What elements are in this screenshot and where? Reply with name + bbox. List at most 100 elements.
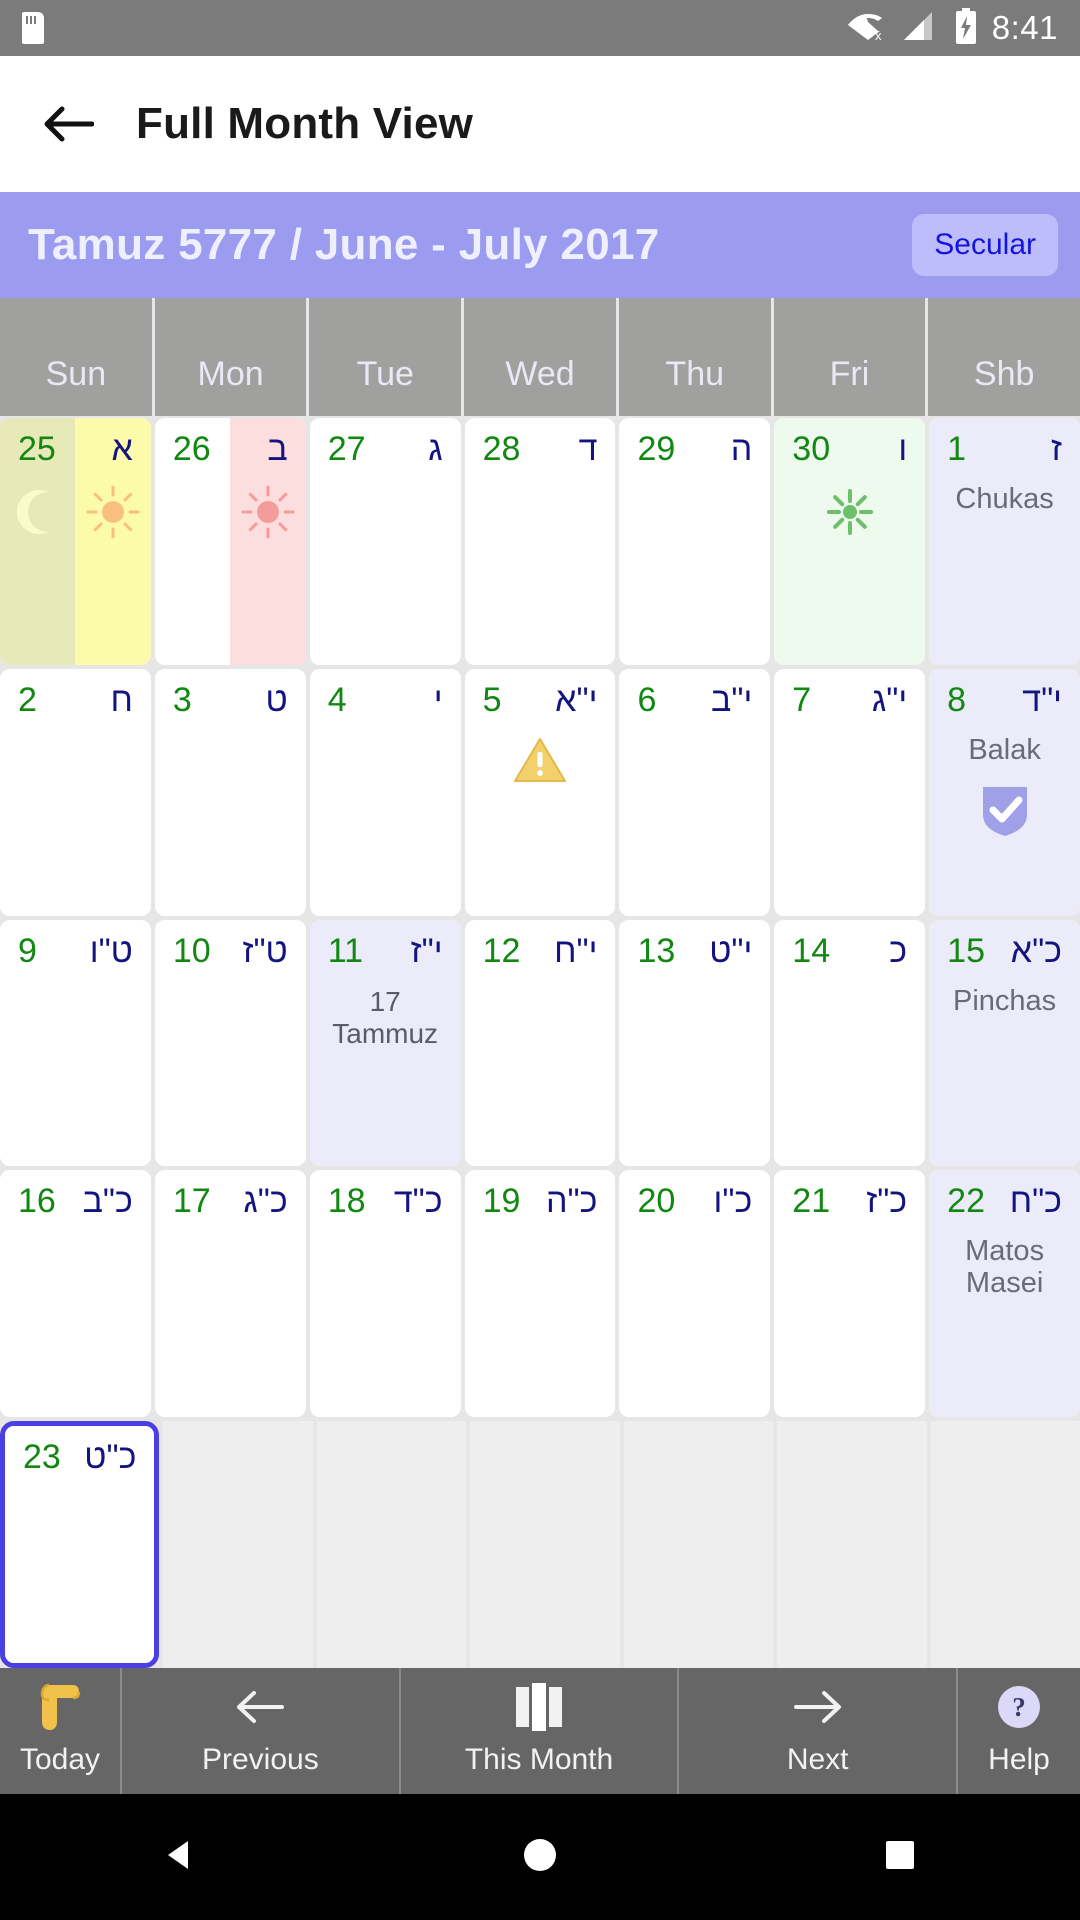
hebrew-date: ט"ז — [242, 931, 288, 970]
triangle-left-icon[interactable] — [158, 1833, 202, 1882]
wifi-off-icon: x — [847, 10, 888, 47]
square-icon[interactable] — [878, 1833, 922, 1882]
question-circle-icon: ? — [995, 1683, 1043, 1736]
toolbar-button-previous[interactable]: Previous — [122, 1668, 401, 1794]
hebrew-date: י"א — [555, 680, 598, 719]
calendar-day-cell[interactable]: 20 כ"ו — [619, 1170, 771, 1418]
cell-date-row: 13 י"ט — [619, 920, 770, 968]
weekday-header-sun: Sun — [0, 298, 152, 416]
toolbar-button-next[interactable]: Next — [679, 1668, 959, 1794]
calendar-day-cell[interactable]: 5 י"א — [464, 668, 616, 916]
sd-card-icon — [22, 12, 44, 44]
calendar-day-cell[interactable]: 8 י"ד Balak — [929, 668, 1080, 916]
calendar-day-cell[interactable]: 1 ז Chukas — [929, 418, 1080, 665]
cell-date-row: 21 כ"ז — [774, 1170, 925, 1218]
gregorian-date: 15 — [947, 931, 985, 970]
gregorian-date: 19 — [482, 1182, 521, 1221]
app-bar: Full Month View — [0, 56, 1080, 192]
hebrew-date: ח — [110, 680, 133, 719]
calendar-day-cell[interactable]: 21 כ"ז — [774, 1170, 926, 1418]
cell-date-row: 20 כ"ו — [619, 1170, 770, 1218]
toolbar-button-today[interactable]: Today — [0, 1668, 122, 1794]
cell-content — [155, 968, 306, 986]
hebrew-date: כ"ו — [713, 1182, 753, 1221]
gregorian-date: 14 — [792, 931, 831, 970]
weekday-header-mon: Mon — [154, 298, 307, 416]
weekday-header-shb: Shb — [928, 298, 1080, 416]
calendar-day-cell[interactable]: 10 ט"ז — [154, 919, 306, 1167]
calendar-day-cell[interactable]: 25 א — [0, 418, 151, 665]
calendar-day-cell[interactable]: 4י — [309, 668, 461, 916]
calendar-day-cell[interactable]: 12 י"ח — [464, 919, 616, 1167]
hebrew-date: י"ד — [1022, 680, 1063, 719]
cell-content: Pinchas — [929, 968, 1080, 1018]
calendar-cell-empty — [470, 1421, 620, 1668]
toolbar-button-this-month[interactable]: This Month — [401, 1668, 680, 1794]
calendar-day-cell[interactable]: 17 כ"ג — [154, 1170, 306, 1418]
calendar-day-cell[interactable]: 27 ג — [309, 418, 461, 665]
calendar-day-cell[interactable]: 23 כ"ט — [0, 1421, 160, 1668]
holiday-note: 17 Tammuz — [332, 986, 438, 1050]
cell-date-row: 6 י"ב — [619, 669, 770, 717]
toolbar-label: This Month — [464, 1743, 614, 1776]
secular-toggle-button[interactable]: Secular — [912, 214, 1058, 276]
holiday-note-line: Tammuz — [332, 1017, 439, 1049]
hebrew-date: י"ז — [410, 931, 443, 970]
calendar-day-cell[interactable]: 29 ה — [619, 418, 771, 665]
android-navigation-bar — [0, 1794, 1080, 1920]
parsha-label: Matos Masei — [965, 1235, 1045, 1300]
calendar-day-cell[interactable]: 11 י"ז 17 Tammuz — [309, 919, 461, 1167]
calendar-month-icon — [510, 1682, 568, 1736]
calendar-day-cell[interactable]: 6 י"ב — [619, 668, 771, 916]
cell-date-row: 5 י"א — [465, 669, 616, 717]
calendar-day-cell[interactable]: 9 ט"ו — [0, 919, 151, 1167]
calendar-week-row: 23 כ"ט — [0, 1421, 1080, 1668]
calendar-day-cell[interactable]: 14 כ — [774, 919, 926, 1167]
cell-content — [0, 466, 151, 545]
cell-content — [0, 968, 151, 986]
warning-triangle-icon — [513, 735, 567, 790]
gregorian-date: 3 — [172, 680, 192, 719]
cell-date-row: 27 ג — [310, 418, 461, 466]
gregorian-date: 12 — [482, 931, 521, 970]
hebrew-date: י"ב — [711, 680, 753, 719]
cell-icon-row — [0, 484, 151, 545]
bottom-toolbar: Today Previous This Month Next? Help — [0, 1668, 1080, 1794]
gregorian-date: 22 — [947, 1182, 985, 1221]
hebrew-date: כ"ה — [545, 1182, 598, 1221]
calendar-day-cell[interactable]: 3ט — [154, 668, 306, 916]
parsha-line: Matos — [965, 1235, 1045, 1268]
calendar-day-cell[interactable]: 22 כ"ח Matos Masei — [929, 1170, 1080, 1418]
arrow-left-icon[interactable] — [42, 98, 95, 150]
calendar-cell-empty — [623, 1421, 774, 1668]
gregorian-date: 23 — [23, 1438, 61, 1477]
calendar-day-cell[interactable]: 13 י"ט — [619, 919, 771, 1167]
gregorian-date: 18 — [327, 1182, 366, 1221]
cell-content — [310, 717, 461, 735]
cell-date-row: 22 כ"ח — [929, 1170, 1080, 1218]
toolbar-button-help[interactable]: ? Help — [958, 1668, 1080, 1794]
hebrew-date: כ"ג — [243, 1182, 288, 1221]
cell-content — [310, 466, 461, 484]
calendar-day-cell[interactable]: 16 כ"ב — [0, 1170, 151, 1418]
hebrew-date: ד — [578, 430, 598, 468]
calendar-day-cell[interactable]: 19 כ"ה — [464, 1170, 616, 1418]
hebrew-date: י"ג — [871, 680, 908, 719]
cell-date-row: 3ט — [155, 669, 306, 717]
hebrew-date: ג — [428, 430, 443, 468]
hebrew-date: כ"ח — [1009, 1182, 1063, 1221]
scroll-icon — [37, 1681, 83, 1738]
calendar-day-cell[interactable]: 26 ב — [154, 418, 306, 665]
calendar-cell-empty — [930, 1421, 1080, 1668]
calendar-day-cell[interactable]: 7 י"ג — [774, 668, 926, 916]
circle-icon[interactable] — [518, 1833, 562, 1882]
calendar-day-cell[interactable]: 2ח — [0, 668, 151, 916]
cell-date-row: 4י — [310, 669, 461, 717]
gregorian-date: 1 — [947, 430, 967, 468]
cell-date-row: 26 ב — [155, 418, 306, 466]
calendar-day-cell[interactable]: 18 כ"ד — [309, 1170, 461, 1418]
calendar-day-cell[interactable]: 28 ד — [464, 418, 616, 665]
calendar-day-cell[interactable]: 30 ו — [774, 418, 926, 665]
calendar-day-cell[interactable]: 15 כ"א Pinchas — [929, 919, 1080, 1167]
cell-content — [619, 1218, 770, 1236]
